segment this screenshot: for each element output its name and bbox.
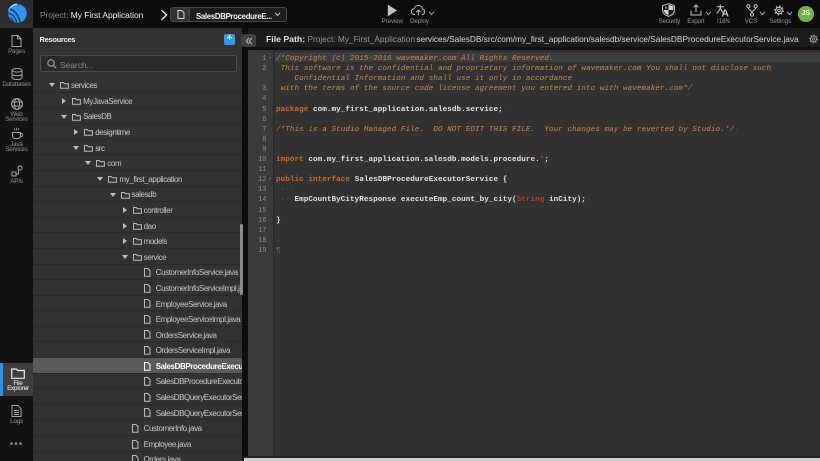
svg-text:A: A xyxy=(721,7,729,17)
